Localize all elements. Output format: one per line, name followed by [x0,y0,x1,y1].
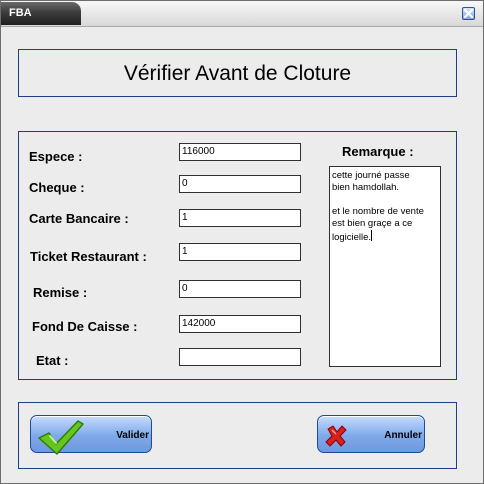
espece-input[interactable]: 116000 [179,143,301,161]
ticket-restaurant-input[interactable]: 1 [179,243,301,261]
remark-textarea[interactable]: cette journé passe bien hamdollah. et le… [329,166,441,367]
validate-label: Valider [116,430,149,441]
remark-text: cette journé passe bien hamdollah. et le… [332,170,424,243]
remise-input[interactable]: 0 [179,280,301,298]
carte-bancaire-input[interactable]: 1 [179,209,301,227]
verification-window: FBA Vérifier Avant de Cloture Espece : 1… [0,0,484,484]
fond-de-caisse-input[interactable]: 142000 [179,315,301,333]
validate-button[interactable]: Valider [30,415,152,455]
x-icon [325,425,347,447]
cancel-label: Annuler [384,430,422,441]
form-panel: Espece : 116000 Cheque : 0 Carte Bancair… [18,131,457,380]
window-title: FBA [1,2,81,25]
ticket-restaurant-label: Ticket Restaurant : [30,249,147,264]
remark-label: Remarque : [342,144,414,159]
title-bar[interactable]: FBA [1,1,483,27]
carte-bancaire-label: Carte Bancaire : [29,211,129,226]
text-caret [371,230,373,241]
fond-de-caisse-label: Fond De Caisse : [32,319,138,334]
close-icon [464,9,473,18]
checkmark-icon [38,420,84,455]
cheque-label: Cheque : [29,180,85,195]
page-title: Vérifier Avant de Cloture [123,62,352,85]
actions-panel: Valider Annuler [18,402,457,469]
cheque-input[interactable]: 0 [179,175,301,193]
header-panel: Vérifier Avant de Cloture [18,49,457,97]
remise-label: Remise : [33,285,88,300]
cancel-button[interactable]: Annuler [317,415,425,453]
close-button[interactable] [462,7,475,20]
espece-label: Espece : [29,149,83,164]
etat-label: Etat : [36,353,69,368]
etat-input[interactable] [179,348,301,366]
